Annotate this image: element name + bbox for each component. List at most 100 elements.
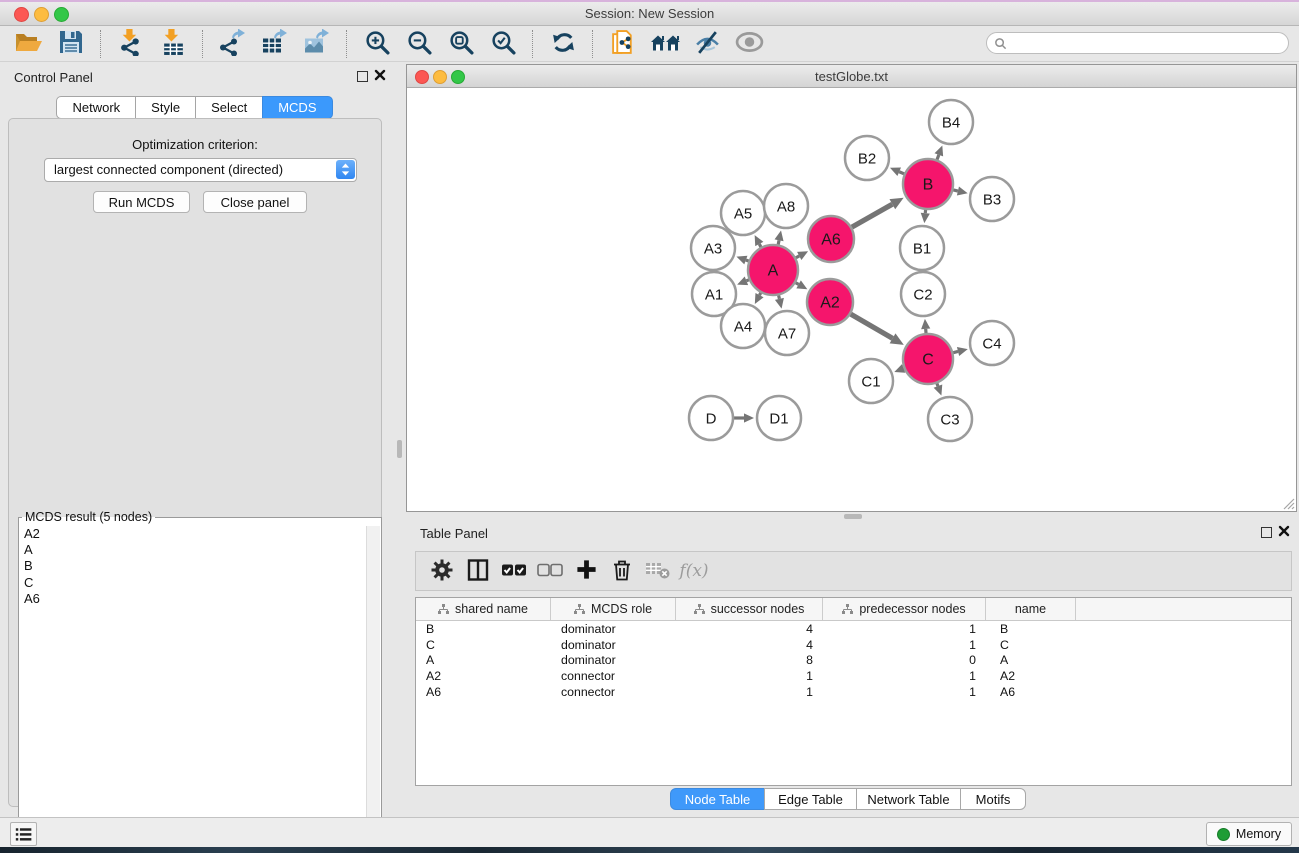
float-table-panel-button[interactable] bbox=[1261, 527, 1272, 538]
edge-A-A6[interactable] bbox=[796, 256, 799, 258]
tab-style[interactable]: Style bbox=[135, 96, 196, 119]
result-item[interactable]: B bbox=[24, 558, 365, 574]
cell-predecessor-nodes[interactable]: 1 bbox=[823, 622, 986, 636]
hide-graphics-details-button[interactable] bbox=[690, 28, 724, 60]
delete-columns-button[interactable] bbox=[607, 556, 637, 586]
save-session-button[interactable] bbox=[54, 28, 88, 60]
result-item[interactable]: A2 bbox=[24, 526, 365, 542]
cell-successor-nodes[interactable]: 1 bbox=[676, 669, 823, 683]
close-panel-icon-button[interactable] bbox=[373, 69, 387, 83]
edge-C-C3[interactable] bbox=[937, 383, 938, 386]
close-table-panel-button[interactable] bbox=[1277, 525, 1291, 539]
select-all-columns-button[interactable] bbox=[499, 556, 529, 586]
run-mcds-button[interactable]: Run MCDS bbox=[93, 191, 190, 213]
edge-A-A4[interactable] bbox=[760, 293, 761, 295]
export-table-button[interactable] bbox=[258, 28, 292, 60]
column-header-name[interactable]: name bbox=[986, 598, 1076, 620]
table-settings-button[interactable] bbox=[427, 556, 457, 586]
cell-MCDS-role[interactable]: dominator bbox=[551, 638, 676, 652]
edge-C-C4[interactable] bbox=[953, 351, 958, 352]
table-row[interactable]: A2connector11A2 bbox=[416, 668, 1291, 684]
memory-button[interactable]: Memory bbox=[1206, 822, 1292, 846]
refresh-button[interactable] bbox=[546, 28, 580, 60]
deselect-all-columns-button[interactable] bbox=[535, 556, 565, 586]
table-row[interactable]: A6connector11A6 bbox=[416, 684, 1291, 700]
export-network-button[interactable] bbox=[216, 28, 250, 60]
cell-predecessor-nodes[interactable]: 1 bbox=[823, 638, 986, 652]
cell-MCDS-role[interactable]: dominator bbox=[551, 653, 676, 667]
network-graph[interactable]: AA1A2A3A4A5A6A7A8BB1B2B3B4CC1C2C3C4DD1 bbox=[407, 88, 1296, 511]
cell-name[interactable]: B bbox=[986, 622, 1076, 636]
cell-predecessor-nodes[interactable]: 1 bbox=[823, 685, 986, 699]
cell-name[interactable]: A2 bbox=[986, 669, 1076, 683]
tab-edge-table[interactable]: Edge Table bbox=[764, 788, 857, 810]
cell-predecessor-nodes[interactable]: 1 bbox=[823, 669, 986, 683]
tab-node-table[interactable]: Node Table bbox=[670, 788, 765, 810]
export-image-button[interactable] bbox=[300, 28, 334, 60]
edge-B-B3[interactable] bbox=[953, 190, 958, 191]
tab-network-table[interactable]: Network Table bbox=[856, 788, 961, 810]
column-header-predecessor-nodes[interactable]: predecessor nodes bbox=[823, 598, 986, 620]
cell-name[interactable]: A bbox=[986, 653, 1076, 667]
edge-A-A1[interactable] bbox=[746, 280, 748, 281]
zoom-selected-button[interactable] bbox=[486, 28, 520, 60]
cell-shared-name[interactable]: A6 bbox=[416, 685, 551, 699]
mcds-result-list[interactable]: A2ABCA6 bbox=[21, 526, 365, 850]
edge-B-B4[interactable] bbox=[937, 155, 939, 160]
criterion-dropdown[interactable]: largest connected component (directed) bbox=[44, 158, 357, 182]
network-canvas[interactable]: AA1A2A3A4A5A6A7A8BB1B2B3B4CC1C2C3C4DD1 bbox=[407, 88, 1296, 511]
column-header-shared-name[interactable]: shared name bbox=[416, 598, 551, 620]
edge-A6-B[interactable] bbox=[852, 204, 892, 227]
edge-A-A3[interactable] bbox=[746, 260, 749, 261]
task-history-button[interactable] bbox=[10, 822, 37, 846]
edge-A-A7[interactable] bbox=[779, 295, 780, 298]
edge-A-A8[interactable] bbox=[778, 240, 779, 244]
cell-shared-name[interactable]: C bbox=[416, 638, 551, 652]
column-header-successor-nodes[interactable]: successor nodes bbox=[676, 598, 823, 620]
zoom-out-button[interactable] bbox=[402, 28, 436, 60]
import-network-button[interactable] bbox=[114, 28, 148, 60]
column-layout-button[interactable] bbox=[463, 556, 493, 586]
open-file-button[interactable] bbox=[12, 28, 46, 60]
cell-successor-nodes[interactable]: 8 bbox=[676, 653, 823, 667]
cell-predecessor-nodes[interactable]: 0 bbox=[823, 653, 986, 667]
table-row[interactable]: Adominator80A bbox=[416, 652, 1291, 668]
vertical-split-handle[interactable] bbox=[397, 440, 402, 458]
cell-shared-name[interactable]: A2 bbox=[416, 669, 551, 683]
network-from-file-button[interactable] bbox=[606, 28, 640, 60]
edge-A-A5[interactable] bbox=[759, 244, 761, 247]
tab-motifs[interactable]: Motifs bbox=[960, 788, 1026, 810]
edge-A2-C[interactable] bbox=[851, 314, 893, 338]
result-scrollbar[interactable] bbox=[366, 526, 380, 851]
result-item[interactable]: C bbox=[24, 575, 365, 591]
close-panel-button[interactable]: Close panel bbox=[203, 191, 307, 213]
edge-B-B2[interactable] bbox=[899, 172, 904, 174]
zoom-fit-button[interactable] bbox=[444, 28, 478, 60]
table-row[interactable]: Cdominator41C bbox=[416, 637, 1291, 653]
tab-network[interactable]: Network bbox=[56, 96, 136, 119]
search-field[interactable] bbox=[986, 32, 1289, 54]
edge-A-A2[interactable] bbox=[796, 283, 799, 285]
import-table-button[interactable] bbox=[156, 28, 190, 60]
result-item[interactable]: A bbox=[24, 542, 365, 558]
cell-MCDS-role[interactable]: dominator bbox=[551, 622, 676, 636]
result-item[interactable]: A6 bbox=[24, 591, 365, 607]
resize-grip[interactable] bbox=[1281, 496, 1295, 510]
cell-shared-name[interactable]: B bbox=[416, 622, 551, 636]
first-neighbors-button[interactable] bbox=[648, 28, 682, 60]
cell-successor-nodes[interactable]: 1 bbox=[676, 685, 823, 699]
create-column-button[interactable] bbox=[571, 556, 601, 586]
cell-name[interactable]: A6 bbox=[986, 685, 1076, 699]
column-header-MCDS-role[interactable]: MCDS role bbox=[551, 598, 676, 620]
cell-successor-nodes[interactable]: 4 bbox=[676, 622, 823, 636]
cell-MCDS-role[interactable]: connector bbox=[551, 685, 676, 699]
search-input[interactable] bbox=[1012, 35, 1266, 51]
cell-MCDS-role[interactable]: connector bbox=[551, 669, 676, 683]
cell-shared-name[interactable]: A bbox=[416, 653, 551, 667]
tab-select[interactable]: Select bbox=[195, 96, 263, 119]
table-row[interactable]: Bdominator41B bbox=[416, 621, 1291, 637]
float-panel-button[interactable] bbox=[357, 71, 368, 82]
tab-mcds[interactable]: MCDS bbox=[262, 96, 332, 119]
cell-successor-nodes[interactable]: 4 bbox=[676, 638, 823, 652]
cell-name[interactable]: C bbox=[986, 638, 1076, 652]
